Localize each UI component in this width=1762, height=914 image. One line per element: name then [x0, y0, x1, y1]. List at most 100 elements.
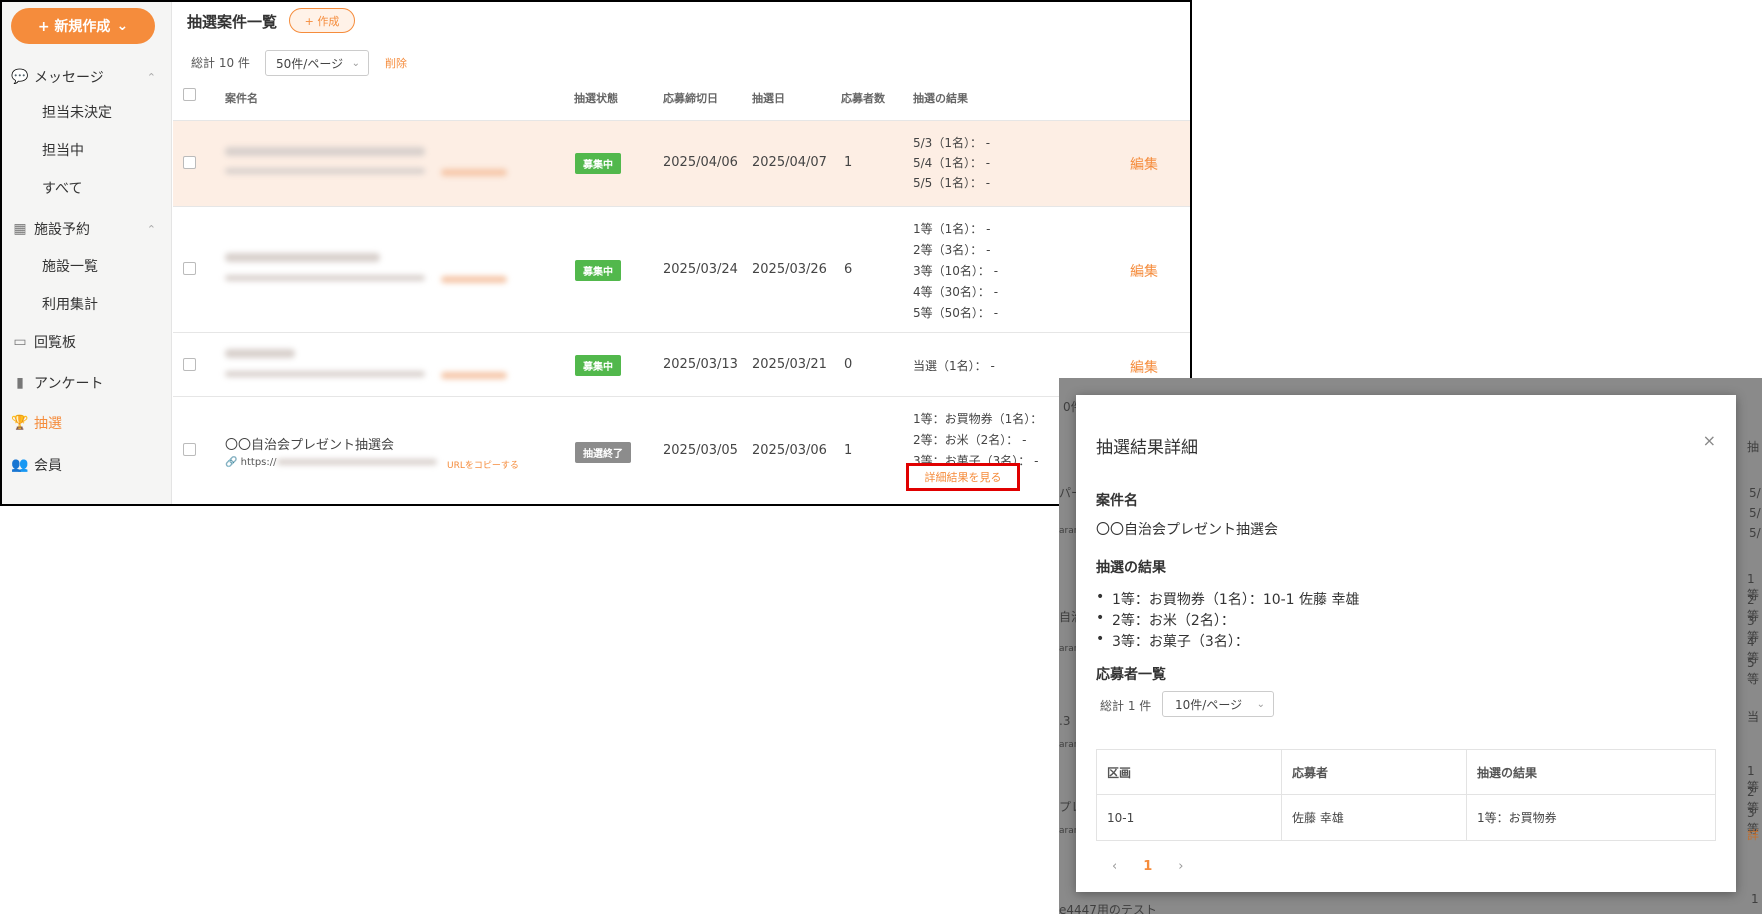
row-checkbox[interactable] — [183, 156, 196, 169]
row-checkbox[interactable] — [183, 262, 196, 275]
sidebar-item-facility-booking[interactable]: ▦ 施設予約 ⌃ — [2, 214, 172, 244]
result-line: 5/4（1名）： - — [913, 156, 991, 170]
bg-fragment: 5/ — [1749, 526, 1761, 540]
row-checkbox[interactable] — [183, 358, 196, 371]
sidebar-item-unassigned[interactable]: 担当未決定 — [42, 102, 112, 122]
sidebar-item-all[interactable]: すべて — [42, 178, 82, 198]
draw-date: 2025/03/26 — [752, 262, 827, 277]
modal-page-size-select[interactable]: 10件/ページ ⌄ — [1162, 691, 1274, 717]
row-checkbox[interactable] — [183, 443, 196, 456]
sidebar-item-messages[interactable]: 💬 メッセージ ⌃ — [2, 62, 172, 92]
sidebar-item-assigned[interactable]: 担当中 — [42, 140, 84, 160]
sidebar-item-members[interactable]: 👥 会員 — [2, 450, 172, 480]
result-line: 2等（3名）： - — [913, 243, 991, 257]
clipboard-icon: ▮ — [16, 375, 24, 391]
case-name-value: 〇〇自治会プレゼント抽選会 — [1096, 522, 1278, 538]
status-badge: 募集中 — [575, 153, 621, 174]
create-button[interactable]: + 作成 — [289, 8, 355, 33]
edit-link[interactable]: 編集 — [1130, 154, 1158, 174]
sidebar-item-survey[interactable]: ▮ アンケート — [2, 368, 172, 398]
deadline: 2025/03/05 — [663, 443, 738, 458]
blurred-case-name — [225, 147, 425, 156]
result-detail-modal: 抽選結果詳細 × 案件名 〇〇自治会プレゼント抽選会 抽選の結果 1等：お買物券… — [1076, 395, 1736, 892]
prev-page-button[interactable]: ‹ — [1112, 859, 1117, 874]
link-icon: 🔗 — [225, 457, 238, 468]
bg-fragment: 1 — [1751, 892, 1759, 906]
bg-fragment: 5/ — [1749, 506, 1761, 520]
table-row[interactable]: 〇〇自治会プレゼント抽選会 🔗 https:// URLをコピーする 抽選終了 … — [173, 396, 1190, 504]
column-header: 抽選日 — [752, 92, 785, 105]
total-count: 総計 10 件 — [191, 56, 250, 70]
chevron-up-icon: ⌃ — [146, 70, 156, 84]
sidebar-item-lottery[interactable]: 🏆 抽選 — [2, 408, 172, 438]
result-line: 5等（50名）： - — [913, 306, 999, 320]
deadline: 2025/03/24 — [663, 262, 738, 277]
chevron-down-icon: ⌄ — [1256, 698, 1265, 710]
blurred-url — [277, 459, 437, 465]
page-size-select[interactable]: 50件/ページ ⌄ — [265, 50, 369, 76]
current-page[interactable]: 1 — [1143, 859, 1152, 874]
board-icon: ▭ — [13, 334, 27, 350]
blurred-case-name — [225, 349, 295, 358]
chevron-down-icon: ⌄ — [116, 18, 129, 34]
result-line: 4等（30名）： - — [913, 285, 999, 299]
next-page-button[interactable]: › — [1178, 859, 1183, 874]
sidebar-item-label: アンケート — [34, 376, 104, 392]
sidebar-item-label: 施設予約 — [34, 222, 90, 238]
new-create-button[interactable]: + 新規作成 ⌄ — [11, 8, 155, 44]
close-icon[interactable]: × — [1703, 431, 1716, 450]
result-line: 当選（1名）： - — [913, 359, 995, 373]
table-row[interactable]: 募集中 2025/04/06 2025/04/07 1 5/3（1名）： - 5… — [173, 120, 1190, 206]
status-badge: 募集中 — [575, 355, 621, 376]
delete-button[interactable]: 削除 — [385, 55, 407, 71]
bg-fragment: .3 — [1059, 714, 1071, 728]
blurred-url — [225, 168, 425, 174]
trophy-icon: 🏆 — [11, 415, 29, 431]
table-header-row: 区画 応募者 抽選の結果 — [1096, 749, 1716, 795]
edit-link[interactable]: 編集 — [1130, 261, 1158, 281]
copy-url-link[interactable]: URLをコピーする — [447, 458, 519, 471]
blurred-case-name — [225, 253, 380, 262]
lottery-list-screenshot: + 新規作成 ⌄ 💬 メッセージ ⌃ 担当未決定 担当中 すべて ▦ 施設予約 … — [0, 0, 1192, 506]
sidebar-item-facility-list[interactable]: 施設一覧 — [42, 256, 98, 276]
sidebar-item-usage-stats[interactable]: 利用集計 — [42, 294, 98, 314]
table-row[interactable]: 募集中 2025/03/13 2025/03/21 0 当選（1名）： - 編集 — [173, 332, 1190, 396]
result-line: 5/5（1名）： - — [913, 176, 991, 190]
edit-link[interactable]: 編集 — [1130, 357, 1158, 377]
applicant-count: 1 — [844, 155, 853, 170]
calendar-icon: ▦ — [13, 221, 27, 237]
result-line: 2等：お米（2名）： - — [913, 433, 1027, 447]
page-size-value: 10件/ページ — [1175, 697, 1243, 712]
view-detailed-results-link[interactable]: 詳細結果を見る — [906, 463, 1020, 491]
page-title: 抽選案件一覧 — [187, 13, 278, 31]
cell-lot: 10-1 — [1096, 794, 1282, 841]
column-header: 応募者 — [1281, 749, 1467, 795]
table-row[interactable]: 募集中 2025/03/24 2025/03/26 6 1等（1名）： - 2等… — [173, 206, 1190, 332]
result-detail-screenshot: 0件 パー aran 自治 aran .3 aran プレ aran 抽 5/ … — [1059, 378, 1762, 914]
applicant-count: 6 — [844, 262, 853, 277]
draw-date: 2025/04/07 — [752, 155, 827, 170]
bg-fragment: e4447用のテスト — [1059, 903, 1157, 914]
sidebar-item-circular[interactable]: ▭ 回覧板 — [2, 327, 172, 357]
result-line: 3等（10名）： - — [913, 264, 999, 278]
sidebar: + 新規作成 ⌄ 💬 メッセージ ⌃ 担当未決定 担当中 すべて ▦ 施設予約 … — [2, 2, 172, 504]
pagination: ‹ 1 › — [1112, 859, 1183, 874]
sidebar-item-label: 回覧板 — [34, 335, 76, 351]
select-all-checkbox[interactable] — [183, 88, 196, 101]
chevron-up-icon: ⌃ — [146, 222, 156, 236]
cell-result: 1等：お買物券 — [1466, 794, 1716, 841]
table-row: 10-1 佐藤 幸雄 1等：お買物券 — [1096, 794, 1716, 841]
chat-icon: 💬 — [11, 69, 29, 85]
case-name[interactable]: 〇〇自治会プレゼント抽選会 — [225, 434, 394, 453]
deadline: 2025/03/13 — [663, 357, 738, 372]
bg-fragment: 5等 — [1747, 656, 1760, 686]
main-content: 抽選案件一覧 + 作成 総計 10 件 50件/ページ ⌄ 削除 案件名 抽選状… — [173, 2, 1190, 504]
column-header: 抽選の結果 — [913, 92, 968, 105]
blurred-url — [225, 371, 425, 377]
bg-fragment: 当 — [1747, 710, 1760, 724]
column-header: 応募締切日 — [663, 92, 718, 105]
status-badge: 募集中 — [575, 260, 621, 281]
page-size-value: 50件/ページ — [276, 56, 344, 71]
case-name-label: 案件名 — [1096, 493, 1138, 509]
modal-title: 抽選結果詳細 — [1096, 438, 1198, 458]
